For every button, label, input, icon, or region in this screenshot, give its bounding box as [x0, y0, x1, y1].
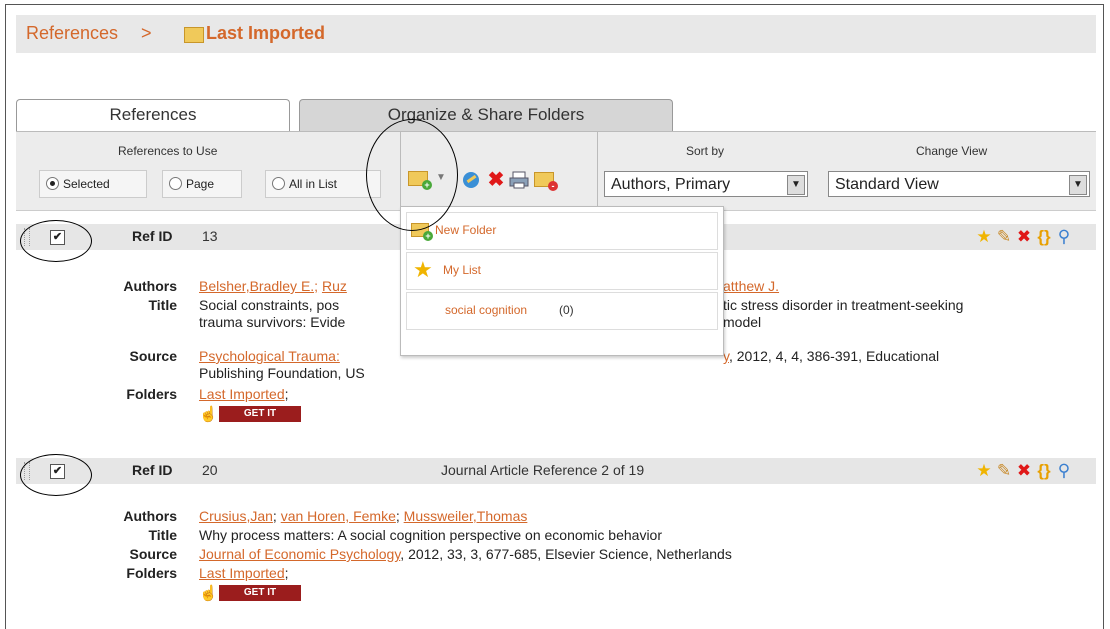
print-icon[interactable]	[509, 170, 529, 190]
add-to-my-list-icon[interactable]: ★	[974, 227, 994, 247]
source-value: Journal of Economic Psychology, 2012, 33…	[199, 546, 732, 562]
radio-selected-indicator[interactable]	[46, 177, 59, 190]
breadcrumb-root[interactable]: References	[26, 23, 118, 44]
folder-link[interactable]: Last Imported	[199, 386, 285, 402]
change-view-value: Standard View	[835, 176, 939, 193]
breadcrumb-current: Last Imported	[206, 23, 326, 43]
title-label: Title	[148, 527, 177, 543]
menu-item-new-folder[interactable]: + New Folder	[406, 212, 718, 250]
search-icon[interactable]: ⚲	[1054, 227, 1074, 247]
author-link[interactable]: Belsher,Bradley E.;	[199, 278, 318, 294]
radio-all-indicator[interactable]	[272, 177, 285, 190]
authors-value: Belsher,Bradley E.; Ruz	[199, 278, 347, 295]
annotation-circle	[20, 454, 92, 496]
authors-value: Crusius,Jan; van Horen, Femke; Mussweile…	[199, 508, 528, 524]
delete-icon[interactable]: ✖	[486, 170, 506, 190]
chevron-down-icon[interactable]: ▼	[1069, 175, 1087, 195]
references-to-use-label: References to Use	[118, 144, 218, 158]
author-link[interactable]: van Horen, Femke	[281, 508, 396, 524]
source-label: Source	[129, 546, 177, 562]
menu-item-folder[interactable]: social cognition (0)	[406, 292, 718, 330]
source-link[interactable]: Journal of Economic Psychology	[199, 546, 400, 562]
annotation-circle	[20, 220, 92, 262]
sort-by-select[interactable]: Authors, Primary ▼	[604, 171, 808, 197]
hand-pointer-icon: ☝	[199, 406, 218, 423]
folder-icon	[184, 27, 204, 43]
title-value-left: Social constraints, pos trauma survivors…	[199, 297, 346, 330]
folders-label: Folders	[126, 565, 177, 581]
search-icon[interactable]: ⚲	[1054, 461, 1074, 481]
record-type-position: Journal Article Reference 2 of 19	[441, 462, 645, 478]
getit-label: GET IT	[219, 406, 301, 422]
author-link[interactable]: atthew J.	[723, 278, 779, 295]
record-actions: ★ ✎ ✖{} ⚲	[974, 461, 1074, 481]
toolbar: References to Use Selected Page All in L…	[16, 131, 1096, 211]
sort-by-label: Sort by	[686, 144, 725, 158]
source-label: Source	[129, 348, 177, 364]
cite-braces-icon[interactable]: {}	[1034, 227, 1054, 247]
refid-value: 20	[202, 462, 218, 478]
radio-page-indicator[interactable]	[169, 177, 182, 190]
chevron-down-icon[interactable]: ▼	[787, 175, 805, 195]
folder-remove-button[interactable]: -	[534, 172, 558, 191]
delete-icon[interactable]: ✖	[1014, 461, 1034, 481]
refid-label: Ref ID	[132, 462, 173, 478]
cite-braces-icon[interactable]: {}	[1034, 461, 1054, 481]
folder-remove-icon: -	[534, 172, 558, 191]
edit-globe-icon[interactable]	[461, 170, 481, 190]
author-link[interactable]: Crusius,Jan	[199, 508, 273, 524]
add-to-my-list-icon[interactable]: ★	[974, 461, 994, 481]
title-value-right: tic stress disorder in treatment-seeking…	[723, 297, 964, 330]
sort-by-value: Authors, Primary	[611, 176, 731, 193]
edit-icon[interactable]: ✎	[994, 227, 1014, 247]
folder-link[interactable]: Last Imported	[199, 565, 285, 581]
radio-selected-label: Selected	[63, 177, 110, 191]
change-view-label: Change View	[916, 144, 988, 158]
star-icon: ★	[413, 257, 433, 282]
authors-label: Authors	[123, 278, 177, 294]
radio-selected[interactable]: Selected	[39, 170, 147, 198]
refid-label: Ref ID	[132, 228, 173, 244]
record-header: ✔ Ref ID 20 Journal Article Reference 2 …	[16, 458, 1096, 484]
tab-references[interactable]: References	[16, 99, 290, 132]
source-value-right: y, 2012, 4, 4, 386-391, Educational	[723, 348, 940, 364]
author-link[interactable]: Ruz	[322, 278, 347, 294]
change-view-select[interactable]: Standard View ▼	[828, 171, 1090, 197]
add-to-folder-menu: + New Folder ★ My List social cognition …	[400, 206, 724, 356]
annotation-circle	[366, 119, 458, 231]
source-link[interactable]: Psychological Trauma:	[199, 348, 340, 364]
record-actions: ★ ✎ ✖{} ⚲	[974, 227, 1074, 247]
radio-page[interactable]: Page	[162, 170, 242, 198]
getit-label: GET IT	[219, 585, 301, 601]
refid-value: 13	[202, 228, 218, 244]
title-label: Title	[148, 297, 177, 313]
folders-value: Last Imported;	[199, 386, 289, 402]
breadcrumb-separator: >	[141, 23, 152, 43]
source-value-left: Psychological Trauma: Publishing Foundat…	[199, 348, 365, 381]
author-link[interactable]: Mussweiler,Thomas	[404, 508, 528, 524]
folders-value: Last Imported;	[199, 565, 289, 581]
menu-item-count: (0)	[559, 303, 574, 317]
menu-item-label: My List	[443, 263, 482, 277]
edit-icon[interactable]: ✎	[994, 461, 1014, 481]
radio-page-label: Page	[186, 177, 215, 191]
page-frame: References > Last Imported References Or…	[5, 4, 1104, 629]
authors-label: Authors	[123, 508, 177, 524]
tab-organize-share-folders[interactable]: Organize & Share Folders	[299, 99, 673, 132]
delete-icon[interactable]: ✖	[1014, 227, 1034, 247]
toolbar-divider	[597, 132, 598, 210]
folders-label: Folders	[126, 386, 177, 402]
hand-pointer-icon: ☝	[199, 585, 218, 602]
breadcrumb: References > Last Imported	[16, 15, 1096, 53]
radio-all-label: All in List	[289, 177, 338, 191]
radio-all-in-list[interactable]: All in List	[265, 170, 381, 198]
title-value: Why process matters: A social cognition …	[199, 527, 663, 543]
menu-item-label: social cognition	[445, 303, 528, 317]
menu-item-my-list[interactable]: ★ My List	[406, 252, 718, 290]
menu-item-label: New Folder	[435, 223, 497, 237]
